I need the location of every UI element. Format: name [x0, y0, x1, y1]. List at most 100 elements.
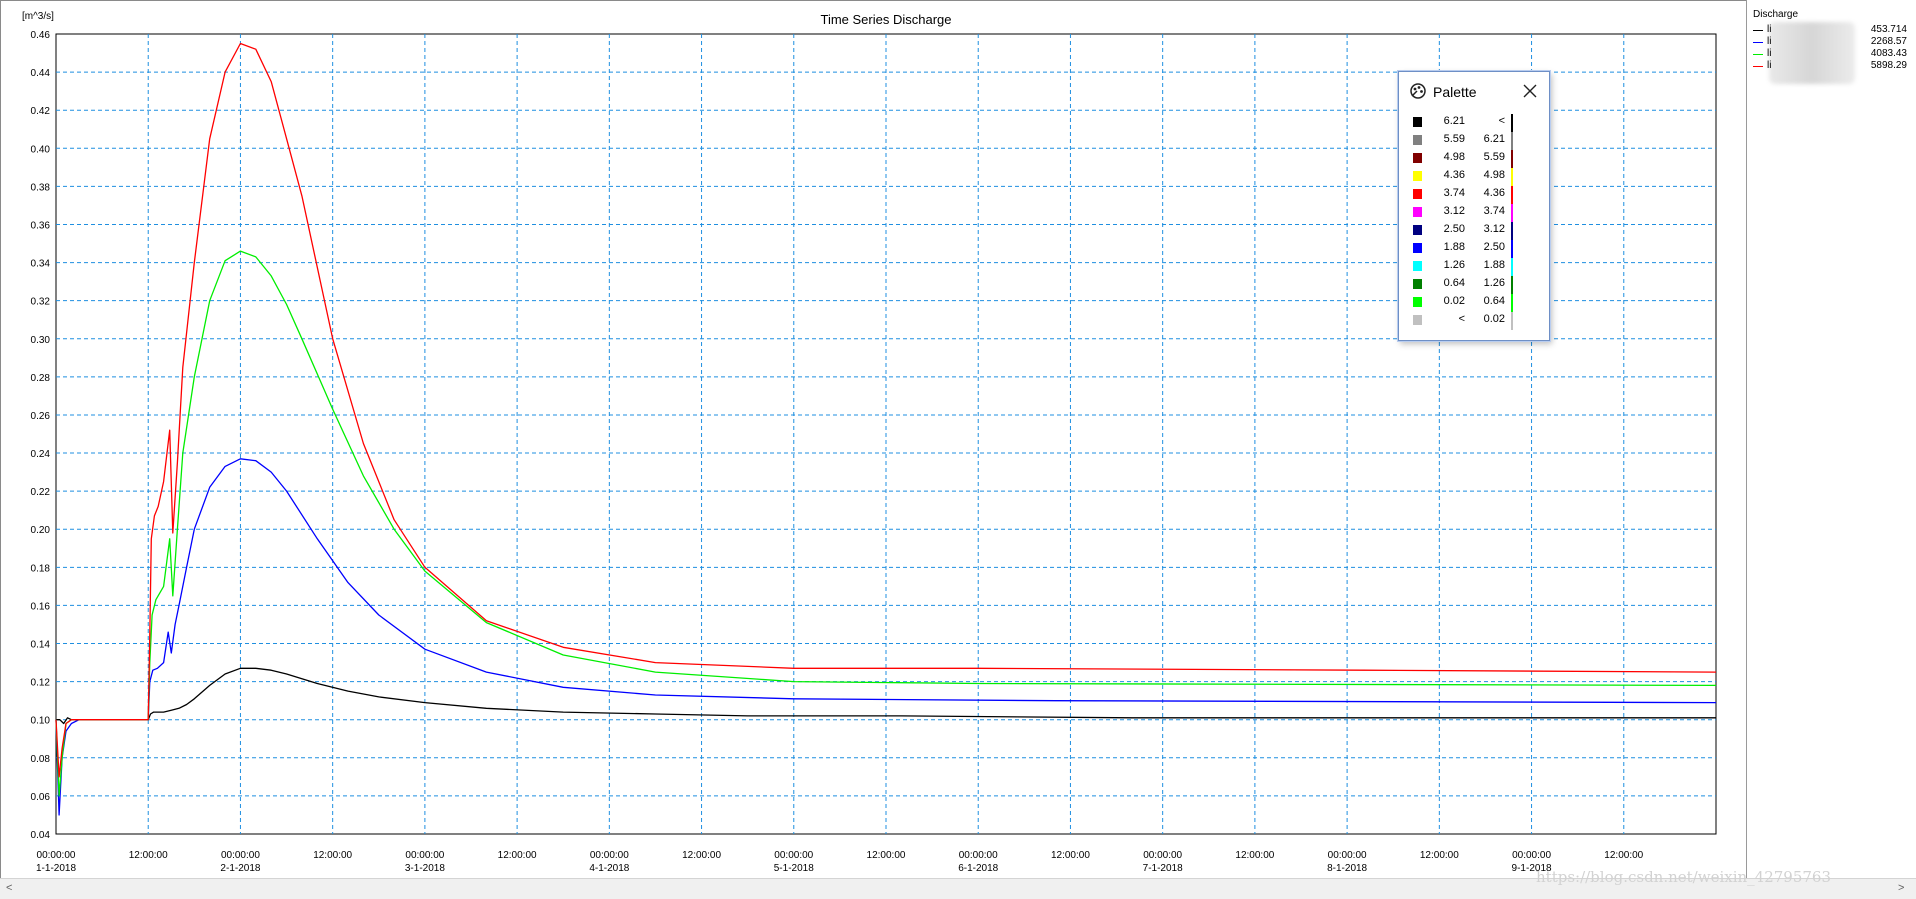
palette-swatch — [1413, 279, 1422, 289]
y-tick-label: 0.36 — [31, 220, 51, 231]
palette-color-bar — [1511, 150, 1513, 168]
palette-to-value: 1.88 — [1483, 259, 1505, 271]
y-tick-label: 0.18 — [31, 563, 51, 574]
palette-from-value: 4.36 — [1443, 169, 1465, 181]
palette-row: 1.26 1.88 — [1413, 258, 1523, 276]
y-tick-label: 0.14 — [31, 640, 51, 651]
y-tick-label: 0.34 — [31, 259, 51, 270]
palette-color-bar — [1511, 294, 1513, 312]
y-tick-label: 0.32 — [31, 297, 51, 308]
palette-swatch — [1413, 297, 1422, 307]
legend-line-swatch — [1753, 30, 1763, 31]
legend-item-name: li — [1767, 48, 1772, 59]
y-tick-label: 0.24 — [31, 449, 51, 460]
palette-to-value: 0.02 — [1483, 313, 1505, 325]
palette-from-value: 1.88 — [1443, 241, 1465, 253]
palette-color-bar — [1511, 312, 1513, 330]
palette-swatch — [1413, 315, 1422, 325]
x-tick-date: 7-1-2018 — [1143, 863, 1183, 874]
legend-item: li 4083.43 — [1753, 48, 1913, 60]
x-tick-time: 00:00:00 — [221, 850, 260, 861]
y-tick-label: 0.12 — [31, 678, 51, 689]
legend-panel: Discharge li 453.714 li 2268.57 li 4083.43 li 5… — [1746, 0, 1916, 878]
palette-window[interactable]: Palette 6.21 <5.59 6.21 4.98 5.59 4.36 4.98 3.7… — [1398, 71, 1550, 341]
palette-color-bar — [1511, 204, 1513, 222]
palette-to-value: 5.59 — [1483, 151, 1505, 163]
palette-row: 5.59 6.21 — [1413, 132, 1523, 150]
x-tick-time: 12:00:00 — [867, 850, 906, 861]
x-tick-time: 00:00:00 — [774, 850, 813, 861]
x-tick-time: 00:00:00 — [1143, 850, 1182, 861]
scroll-left-arrow[interactable]: < — [6, 882, 12, 894]
palette-from-value: 0.02 — [1443, 295, 1465, 307]
legend-line-swatch — [1753, 54, 1763, 55]
y-tick-label: 0.10 — [31, 716, 51, 727]
y-tick-label: 0.04 — [31, 830, 51, 841]
x-tick-time: 00:00:00 — [37, 850, 76, 861]
legend-item-value: 4083.43 — [1870, 48, 1907, 59]
palette-color-bar — [1511, 240, 1513, 258]
palette-swatch — [1413, 261, 1422, 271]
palette-row: 3.74 4.36 — [1413, 186, 1523, 204]
x-tick-date: 5-1-2018 — [774, 863, 814, 874]
watermark: https://blog.csdn.net/weixin_42795763 — [1536, 868, 1832, 886]
palette-swatch — [1413, 207, 1422, 217]
palette-to-value: 2.50 — [1483, 241, 1505, 253]
palette-to-value: 3.74 — [1483, 205, 1505, 217]
legend-item-value: 453.714 — [1870, 24, 1907, 35]
palette-to-value: 4.98 — [1483, 169, 1505, 181]
x-tick-date: 2-1-2018 — [220, 863, 260, 874]
y-tick-label: 0.42 — [31, 106, 51, 117]
palette-to-value: < — [1498, 115, 1505, 127]
palette-swatch — [1413, 153, 1422, 163]
y-tick-label: 0.30 — [31, 335, 51, 346]
palette-row: 3.12 3.74 — [1413, 204, 1523, 222]
x-tick-time: 12:00:00 — [129, 850, 168, 861]
palette-color-bar — [1511, 222, 1513, 240]
palette-row: 4.36 4.98 — [1413, 168, 1523, 186]
palette-to-value: 1.26 — [1483, 277, 1505, 289]
palette-to-value: 0.64 — [1483, 295, 1505, 307]
y-axis-unit-label: [m^3/s] — [22, 11, 54, 22]
scroll-right-arrow[interactable]: > — [1898, 882, 1904, 894]
x-tick-date: 3-1-2018 — [405, 863, 445, 874]
palette-to-value: 4.36 — [1483, 187, 1505, 199]
x-tick-date: 8-1-2018 — [1327, 863, 1367, 874]
y-axis-ticks: 0.04 0.06 0.08 0.10 0.12 0.14 0.16 0.18 0.20 0.22… — [31, 30, 51, 841]
x-tick-time: 12:00:00 — [1604, 850, 1643, 861]
x-tick-date: 6-1-2018 — [958, 863, 998, 874]
palette-to-value: 6.21 — [1483, 133, 1505, 145]
palette-row: 6.21 < — [1413, 114, 1523, 132]
palette-color-bar — [1511, 186, 1513, 204]
x-tick-time: 12:00:00 — [498, 850, 537, 861]
palette-from-value: 6.21 — [1443, 115, 1465, 127]
x-tick-time: 00:00:00 — [405, 850, 444, 861]
palette-icon — [1410, 83, 1426, 99]
palette-from-value: 1.26 — [1443, 259, 1465, 271]
chart-title: Time Series Discharge — [820, 12, 951, 27]
x-tick-date: 4-1-2018 — [589, 863, 629, 874]
x-tick-time: 12:00:00 — [682, 850, 721, 861]
y-tick-label: 0.06 — [31, 792, 51, 803]
palette-header[interactable]: Palette — [1399, 72, 1549, 112]
legend-line-swatch — [1753, 42, 1763, 43]
palette-from-value: 5.59 — [1443, 133, 1465, 145]
palette-color-bar — [1511, 258, 1513, 276]
y-tick-label: 0.26 — [31, 411, 51, 422]
y-tick-label: 0.44 — [31, 68, 51, 79]
y-tick-label: 0.20 — [31, 525, 51, 536]
palette-color-bar — [1511, 276, 1513, 294]
palette-row: 1.88 2.50 — [1413, 240, 1523, 258]
x-tick-time: 00:00:00 — [1328, 850, 1367, 861]
palette-swatch — [1413, 243, 1422, 253]
x-tick-time: 00:00:00 — [590, 850, 629, 861]
palette-row: 2.50 3.12 — [1413, 222, 1523, 240]
x-tick-time: 00:00:00 — [959, 850, 998, 861]
legend-item-name: li — [1767, 60, 1772, 71]
palette-row: 4.98 5.59 — [1413, 150, 1523, 168]
close-icon[interactable] — [1519, 80, 1541, 102]
legend-item: li 453.714 — [1753, 24, 1913, 36]
palette-row: <0.02 — [1413, 312, 1523, 330]
y-tick-label: 0.22 — [31, 487, 51, 498]
legend-item: li 2268.57 — [1753, 36, 1913, 48]
